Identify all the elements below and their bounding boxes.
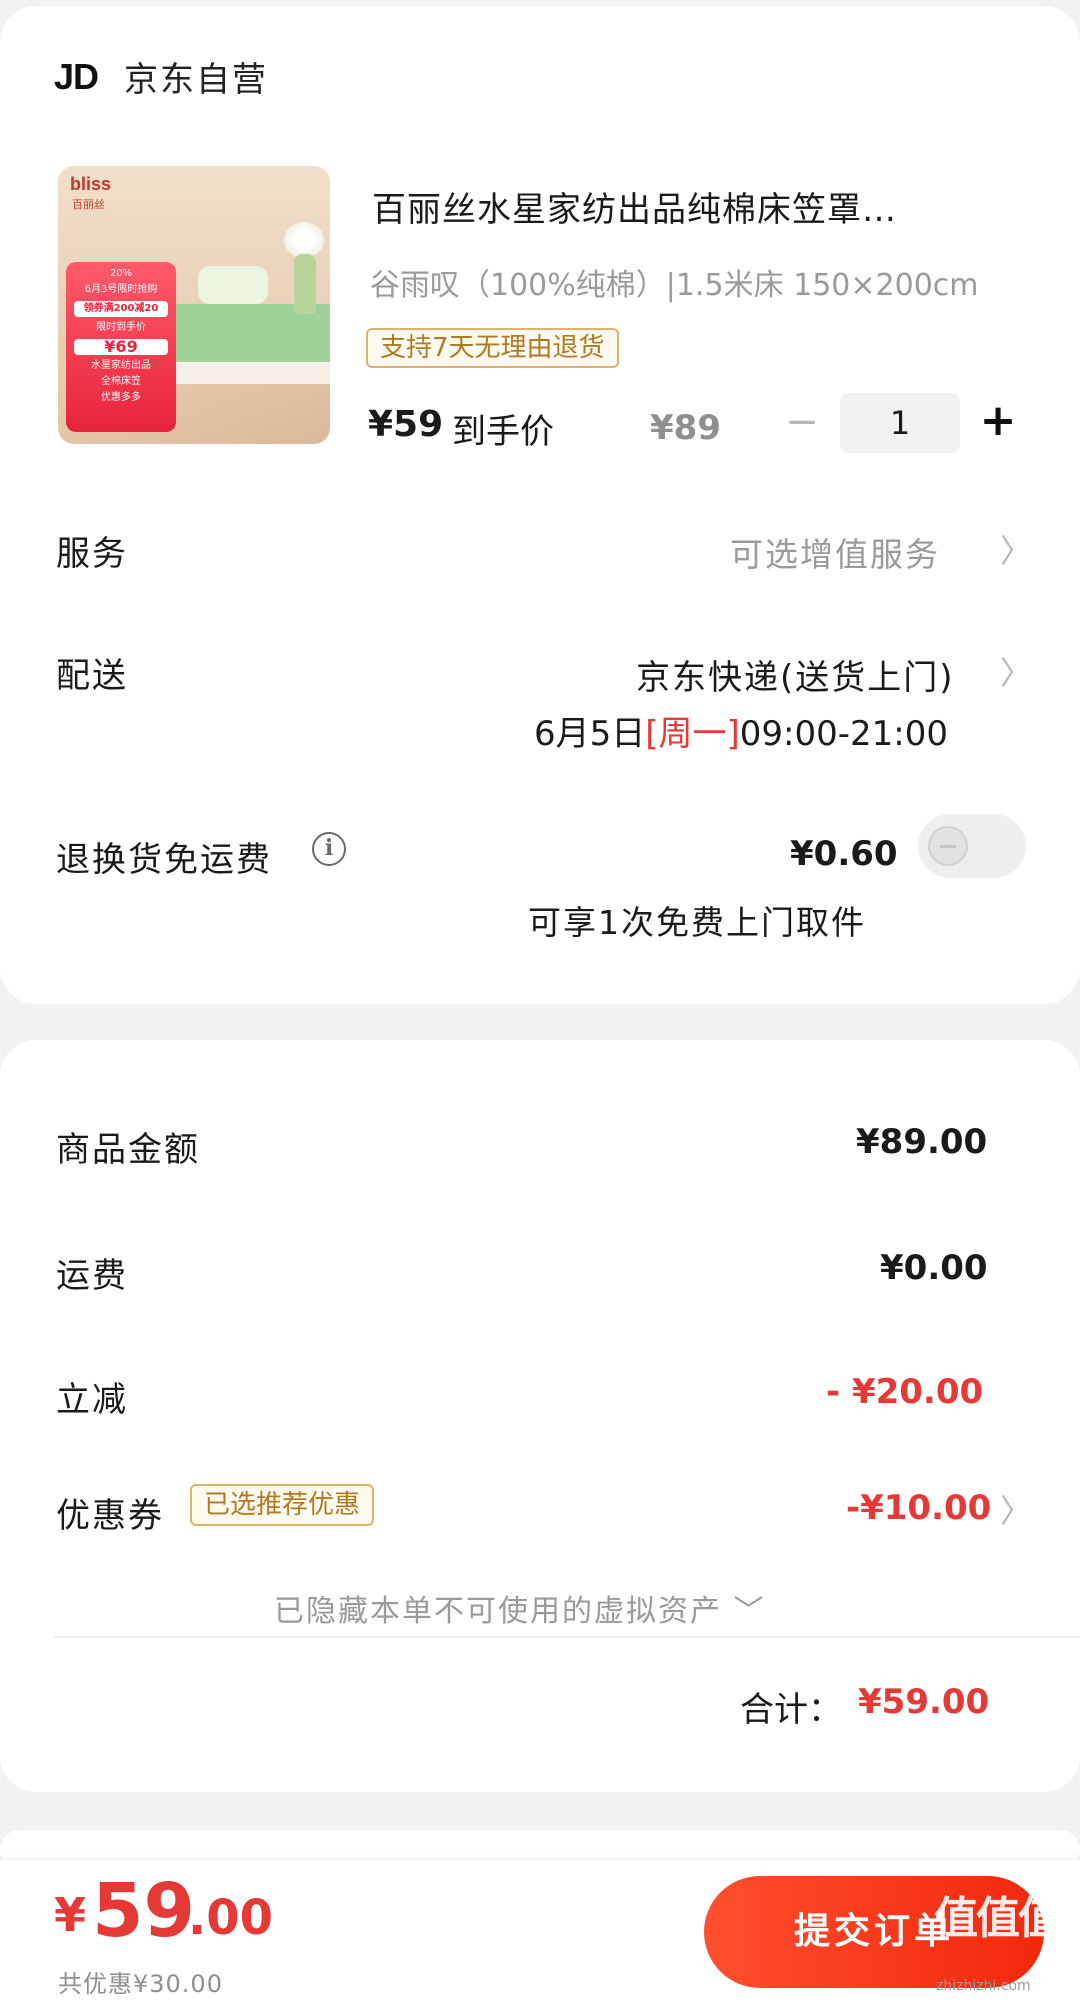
quantity-increase-button[interactable]: +: [978, 396, 1018, 448]
price-summary-card: 商品金额 ¥89.00 运费 ¥0.00 立减 - ¥20.00 优惠券 已选推…: [0, 1040, 1080, 1792]
info-icon[interactable]: i: [312, 832, 346, 866]
chevron-right-icon[interactable]: 〉: [1000, 648, 1032, 694]
total-saved-text: 共优惠¥30.00: [58, 1970, 223, 1998]
coupon-recommended-tag: 已选推荐优惠: [190, 1484, 375, 1526]
total-value: ¥59.00: [858, 1682, 990, 1722]
quantity-input[interactable]: 1: [840, 393, 960, 453]
instant-discount-label: 立减: [56, 1380, 128, 1420]
chevron-right-icon[interactable]: 〉: [1000, 526, 1032, 572]
chevron-right-icon[interactable]: 〉: [1000, 1486, 1032, 1532]
product-image[interactable]: bliss 百丽丝 20% 6月3号限时抢购 领券满200减20 限时到手价 ¥…: [58, 166, 330, 444]
shipping-value: ¥0.00: [880, 1248, 988, 1288]
product-image-brand-cn: 百丽丝: [72, 198, 105, 211]
return-fee-label: 退换货免运费: [56, 840, 272, 880]
coupon-label: 优惠券: [56, 1496, 164, 1536]
product-spec[interactable]: 谷雨叹（100%纯棉）|1.5米床 150×200cm: [370, 260, 979, 304]
delivery-date: 6月5日: [534, 714, 646, 754]
delivery-label: 配送: [56, 656, 128, 696]
pay-amount-integer: 59: [92, 1868, 195, 1954]
product-image-brand: bliss: [70, 174, 112, 194]
site-watermark-url: zhizhizhi.com: [936, 1978, 1031, 1994]
goods-amount-label: 商品金额: [56, 1130, 200, 1170]
shop-name: 京东自营: [124, 60, 269, 100]
goods-amount-value: ¥89.00: [856, 1122, 988, 1162]
return-fee-price: ¥0.60: [790, 834, 898, 874]
site-watermark: 值值值: [934, 1893, 1062, 1944]
final-price: ¥59: [368, 404, 444, 445]
service-label: 服务: [56, 534, 128, 574]
total-label: 合计：: [740, 1690, 842, 1730]
product-image-promo-badge: 20% 6月3号限时抢购 领券满200减20 限时到手价 ¥69 水星家纺出品 …: [66, 262, 176, 432]
return-fee-toggle[interactable]: [918, 814, 1026, 878]
final-price-label: 到手价: [452, 412, 554, 452]
delivery-time[interactable]: 6月5日[周一]09:00-21:00: [534, 706, 948, 755]
divider: [54, 1636, 1080, 1638]
original-price: ¥89: [650, 408, 721, 448]
coupon-value[interactable]: -¥10.00: [846, 1488, 991, 1528]
product-title[interactable]: 百丽丝水星家纺出品纯棉床笠罩…: [372, 182, 1002, 231]
service-selector[interactable]: 可选增值服务: [730, 528, 940, 576]
jd-logo: JD: [54, 55, 99, 97]
shipping-label: 运费: [56, 1256, 128, 1296]
pay-amount-decimal: .00: [188, 1890, 274, 1946]
instant-discount-value: - ¥20.00: [826, 1372, 984, 1412]
hidden-assets-toggle[interactable]: 已隐藏本单不可使用的虚拟资产 ﹀: [274, 1586, 766, 1630]
delivery-time-range: 09:00-21:00: [739, 714, 949, 754]
return-policy-tag: 支持7天无理由退货: [366, 328, 619, 368]
return-fee-note: 可享1次免费上门取件: [528, 903, 866, 942]
delivery-weekday: [周一]: [645, 714, 740, 754]
pay-amount-currency: ¥: [54, 1888, 87, 1942]
shop-header[interactable]: JD 京东自营: [54, 52, 268, 101]
toggle-knob: [928, 826, 968, 866]
order-item-card: JD 京东自营 bliss 百丽丝 20% 6月3号限时抢购 领券满200减20…: [0, 6, 1080, 1004]
bottom-action-bar: ¥ 59 .00 共优惠¥30.00 提交订单 值值值 zhizhizhi.co…: [0, 1860, 1080, 2008]
quantity-decrease-button[interactable]: −: [782, 398, 822, 448]
delivery-method[interactable]: 京东快递(送货上门): [636, 650, 955, 699]
